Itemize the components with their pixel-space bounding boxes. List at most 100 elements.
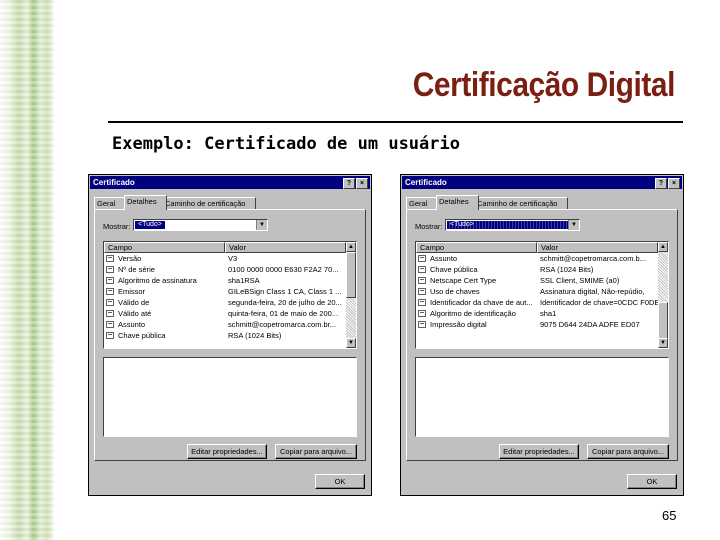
field-name: Nº de série xyxy=(118,265,155,274)
scroll-down-icon[interactable]: ▼ xyxy=(346,338,356,348)
ok-button[interactable]: OK xyxy=(627,474,677,489)
field-value: schmitt@copetromarca.com.br... xyxy=(228,320,337,329)
field-value: 9075 D644 24DA ADFE ED07 xyxy=(540,320,640,329)
edit-properties-button[interactable]: Editar propriedades... xyxy=(499,444,579,459)
scroll-down-icon[interactable]: ▼ xyxy=(658,338,668,348)
copy-to-file-button[interactable]: Copiar para arquivo... xyxy=(587,444,669,459)
scroll-up-icon[interactable]: ▲ xyxy=(658,242,668,252)
tab-details[interactable]: Detalhes xyxy=(124,195,167,210)
show-dropdown-value: <Tudo> xyxy=(135,221,165,229)
scroll-up-icon[interactable]: ▲ xyxy=(346,242,356,252)
title-divider xyxy=(108,121,683,123)
field-value: segunda-feira, 20 de julho de 20... xyxy=(228,298,342,307)
field-icon xyxy=(106,332,114,339)
field-value: V3 xyxy=(228,254,238,263)
decorative-side-stripe xyxy=(0,0,54,540)
scroll-thumb[interactable] xyxy=(346,252,356,298)
show-label: Mostrar: xyxy=(415,222,443,231)
field-name: Algoritmo de identificação xyxy=(430,309,516,318)
show-label: Mostrar: xyxy=(103,222,131,231)
dialog-title: Certificado xyxy=(405,178,447,187)
tab-details[interactable]: Detalhes xyxy=(436,195,479,210)
vertical-scrollbar[interactable]: ▲ ▼ xyxy=(658,242,668,348)
list-item[interactable]: Assunto schmitt@copetromarca.com.b... xyxy=(416,253,658,264)
list-item[interactable]: Chave pública RSA (1024 Bits) xyxy=(416,264,658,275)
field-icon xyxy=(106,277,114,284)
field-name: Assunto xyxy=(430,254,458,263)
certificate-dialog-right: Certificado ? × Geral Detalhes Caminho d… xyxy=(400,174,684,496)
list-item[interactable]: Nº de série 0100 0000 0000 E630 F2A2 70..… xyxy=(104,264,346,275)
field-icon xyxy=(106,310,114,317)
field-name: Válido até xyxy=(118,309,152,318)
field-name: Chave pública xyxy=(430,265,478,274)
show-dropdown[interactable]: <Tudo> ▼ xyxy=(133,219,268,231)
show-dropdown-value: <Tudo> xyxy=(447,221,569,229)
ok-button[interactable]: OK xyxy=(315,474,365,489)
slide-title: Certificação Digital xyxy=(412,66,676,104)
field-value: Assinatura digital, Não-repúdio, xyxy=(540,287,645,296)
fields-list[interactable]: Campo Valor Assunto schmitt@copetromarca.… xyxy=(415,241,669,349)
field-icon xyxy=(418,310,426,317)
copy-to-file-button[interactable]: Copiar para arquivo... xyxy=(275,444,357,459)
field-icon xyxy=(106,255,114,262)
list-item[interactable]: Impressão digital 9075 D644 24DA ADFE ED0… xyxy=(416,319,658,330)
list-item[interactable]: Assunto schmitt@copetromarca.com.br... xyxy=(104,319,346,330)
field-value: Identificador de chave=0CDC F0DE 1... xyxy=(540,298,658,307)
page-number: 65 xyxy=(662,508,677,523)
column-header-value[interactable]: Valor xyxy=(537,242,658,253)
chevron-down-icon[interactable]: ▼ xyxy=(256,220,267,230)
field-value: RSA (1024 Bits) xyxy=(228,331,282,340)
chevron-down-icon[interactable]: ▼ xyxy=(568,220,579,230)
dialog-title: Certificado xyxy=(93,178,135,187)
field-name: Emissor xyxy=(118,287,146,296)
dialog-title-bar: Certificado ? × xyxy=(90,176,370,189)
list-item[interactable]: Netscape Cert Type SSL Client, SMIME (a0) xyxy=(416,275,658,286)
column-header-field[interactable]: Campo xyxy=(416,242,537,253)
field-icon xyxy=(106,266,114,273)
list-item[interactable]: Algoritmo de identificação sha1 xyxy=(416,308,658,319)
field-icon xyxy=(418,266,426,273)
close-button[interactable]: × xyxy=(668,178,680,189)
field-value: SSL Client, SMIME (a0) xyxy=(540,276,620,285)
field-icon xyxy=(418,277,426,284)
close-button[interactable]: × xyxy=(356,178,368,189)
help-button[interactable]: ? xyxy=(655,178,667,189)
field-icon xyxy=(418,321,426,328)
list-item[interactable]: Identificador da chave de aut... Identifi… xyxy=(416,297,658,308)
field-value: GILeBSign Class 1 CA, Class 1 ... xyxy=(228,287,342,296)
vertical-scrollbar[interactable]: ▲ ▼ xyxy=(346,242,356,348)
list-item[interactable]: Emissor GILeBSign Class 1 CA, Class 1 ... xyxy=(104,286,346,297)
list-item[interactable]: Algoritmo de assinatura sha1RSA xyxy=(104,275,346,286)
field-value: sha1 xyxy=(540,309,557,318)
field-detail-box[interactable] xyxy=(415,357,669,437)
details-panel: Mostrar: <Tudo> ▼ Campo Valor Versão V3 N… xyxy=(94,209,366,461)
field-value: 0100 0000 0000 E630 F2A2 70... xyxy=(228,265,339,274)
field-name: Uso de chaves xyxy=(430,287,480,296)
list-item[interactable]: Válido de segunda-feira, 20 de julho de 2… xyxy=(104,297,346,308)
list-item[interactable]: Válido até quinta-feira, 01 de maio de 20… xyxy=(104,308,346,319)
scroll-thumb[interactable] xyxy=(658,302,668,340)
column-header-field[interactable]: Campo xyxy=(104,242,225,253)
field-name: Identificador da chave de aut... xyxy=(430,298,533,307)
list-item[interactable]: Chave pública RSA (1024 Bits) xyxy=(104,330,346,341)
field-name: Chave pública xyxy=(118,331,166,340)
field-icon xyxy=(106,288,114,295)
field-icon xyxy=(106,321,114,328)
field-name: Impressão digital xyxy=(430,320,487,329)
field-name: Netscape Cert Type xyxy=(430,276,497,285)
list-item[interactable]: Uso de chaves Assinatura digital, Não-rep… xyxy=(416,286,658,297)
list-item[interactable]: Versão V3 xyxy=(104,253,346,264)
details-panel: Mostrar: <Tudo> ▼ Campo Valor Assunto sch… xyxy=(406,209,678,461)
edit-properties-button[interactable]: Editar propriedades... xyxy=(187,444,267,459)
show-dropdown[interactable]: <Tudo> ▼ xyxy=(445,219,580,231)
field-name: Algoritmo de assinatura xyxy=(118,276,197,285)
help-button[interactable]: ? xyxy=(343,178,355,189)
field-value: quinta-feira, 01 de maio de 200... xyxy=(228,309,339,318)
fields-list[interactable]: Campo Valor Versão V3 Nº de série 0100 000… xyxy=(103,241,357,349)
field-value: sha1RSA xyxy=(228,276,260,285)
field-detail-box[interactable] xyxy=(103,357,357,437)
field-name: Versão xyxy=(118,254,142,263)
field-value: RSA (1024 Bits) xyxy=(540,265,594,274)
column-header-value[interactable]: Valor xyxy=(225,242,346,253)
list-header: Campo Valor xyxy=(104,242,346,253)
